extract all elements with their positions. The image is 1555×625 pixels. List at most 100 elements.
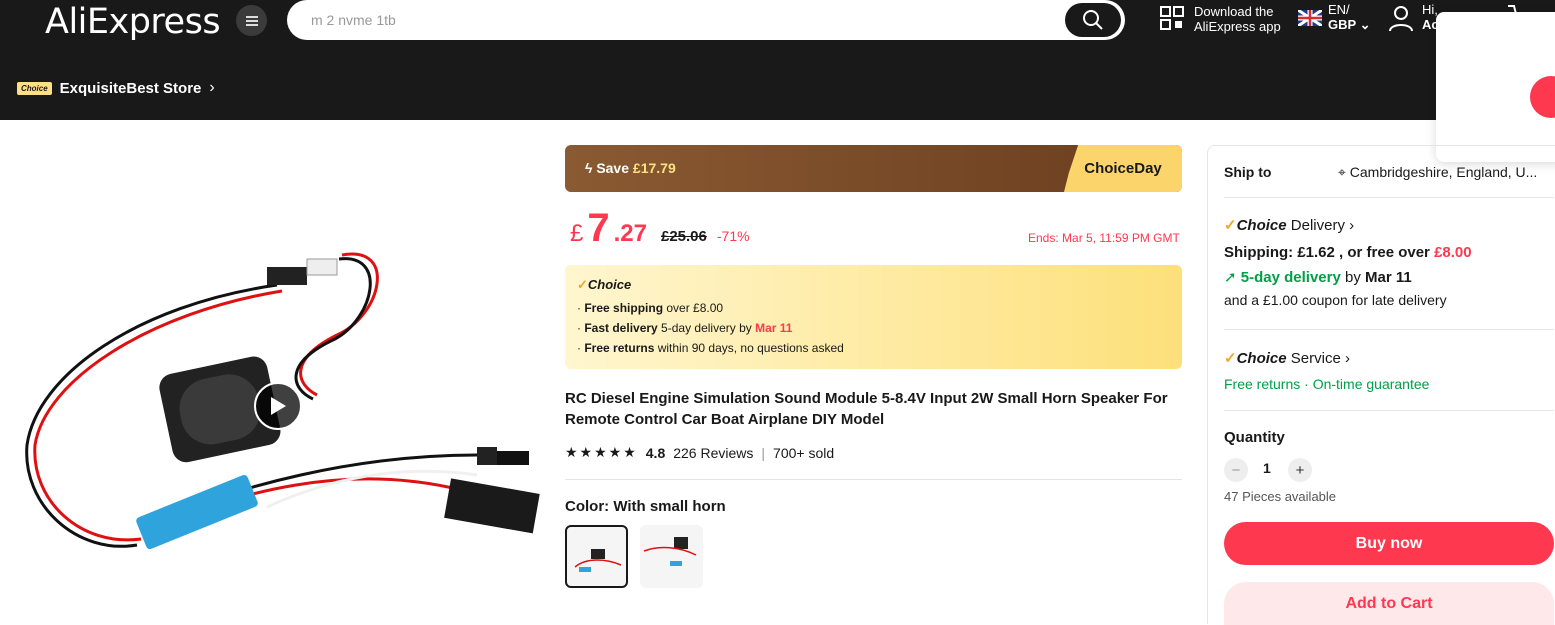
benefit-bold: Free returns (584, 341, 655, 355)
search-button[interactable] (1065, 3, 1121, 37)
lightning-icon: ϟ (585, 160, 597, 176)
minus-icon: − (1231, 461, 1241, 479)
choice-title: Choice (587, 277, 632, 292)
delivery-estimate: ➚ 5-day delivery by Mar 11 (1224, 268, 1412, 286)
play-icon (271, 397, 286, 415)
divider (1224, 329, 1554, 330)
benefit-bold: Fast delivery (584, 321, 658, 335)
language-label: EN/ (1328, 2, 1350, 17)
divider (1224, 197, 1554, 198)
chevron-right-icon: › (209, 79, 215, 96)
choice-badge: Choice (17, 81, 52, 95)
quantity-increase-button[interactable]: + (1288, 458, 1312, 482)
chevron-right-icon: › (1344, 350, 1350, 367)
ship-to-value: Cambridgeshire, England, U... (1349, 164, 1538, 180)
user-icon (1389, 6, 1413, 32)
choice-check-icon: ✓ (1224, 350, 1237, 367)
quantity-value[interactable]: 1 (1263, 460, 1271, 476)
uk-flag-icon (1298, 10, 1322, 26)
choice-service-link[interactable]: ✓Choice Service › (1224, 349, 1350, 367)
download-line2: AliExpress app (1194, 19, 1281, 34)
product-image[interactable] (17, 145, 542, 615)
choice-day-tag: ChoiceDay (1064, 145, 1182, 192)
coupon-note: and a £1.00 coupon for late delivery (1224, 292, 1447, 308)
language-currency-selector[interactable]: EN/ GBP ⌄ (1298, 2, 1370, 32)
popup-indicator (1530, 76, 1555, 118)
free-returns: Free returns (1224, 376, 1301, 392)
price-decimal: .27 (613, 220, 647, 247)
color-label: Color: With small horn (565, 498, 726, 515)
star-rating-icon: ★★★★★ (565, 444, 638, 460)
chevron-down-icon: ⌄ (1359, 17, 1371, 32)
stock-available: 47 Pieces available (1224, 489, 1337, 504)
qr-code-icon (1160, 6, 1184, 30)
ship-to-location[interactable]: ⌖ Cambridgeshire, England, U... (1338, 164, 1537, 181)
separator: · (1300, 376, 1313, 392)
benefit-free-shipping: · Free shipping over £8.00 (577, 301, 724, 315)
choice-benefits: ✓Choice · Free shipping over £8.00 · Fas… (565, 265, 1182, 369)
ship-to-label: Ship to (1224, 164, 1272, 180)
on-time-guarantee: On-time guarantee (1312, 376, 1430, 392)
search-input[interactable]: m 2 nvme 1tb (287, 0, 1125, 40)
download-app-link[interactable]: Download the AliExpress app (1160, 4, 1281, 34)
divider (1224, 410, 1554, 411)
sold-count: 700+ sold (773, 444, 835, 461)
benefit-text: over £8.00 (663, 301, 724, 315)
product-photo (25, 252, 540, 550)
choice-check-icon: ✓ (577, 277, 588, 292)
greeting: Hi, (1422, 2, 1438, 17)
quantity-decrease-button[interactable]: − (1224, 458, 1248, 482)
rating-value: 4.8 (645, 444, 666, 461)
aliexpress-logo[interactable]: AliExpress (45, 2, 221, 42)
choice-check-icon: ✓ (1224, 217, 1237, 234)
floating-popup[interactable] (1436, 12, 1555, 162)
benefit-text: within 90 days, no questions asked (654, 341, 844, 355)
service-guarantees: Free returns · On-time guarantee (1224, 376, 1429, 392)
search-placeholder: m 2 nvme 1tb (311, 12, 396, 28)
currency-label: GBP (1328, 17, 1356, 32)
download-line1: Download the (1194, 4, 1274, 19)
shipping-info: Shipping: £1.62 , or free over £8.00 (1224, 244, 1472, 261)
top-header: AliExpress m 2 nvme 1tb Download the Ali… (0, 0, 1555, 120)
original-price: £25.06 (660, 228, 707, 245)
color-swatch-alt[interactable] (640, 525, 703, 588)
menu-button[interactable] (236, 5, 267, 36)
color-swatch-small-horn[interactable] (565, 525, 628, 588)
hamburger-icon (245, 19, 258, 22)
chevron-right-icon: › (1349, 217, 1355, 234)
save-label: Save (596, 160, 630, 176)
quantity-label: Quantity (1224, 429, 1285, 446)
buy-now-button[interactable]: Buy now (1224, 522, 1554, 565)
rating-row: ★★★★★ 4.8 226 Reviews | 700+ sold (565, 444, 834, 461)
save-amount: £17.79 (632, 160, 676, 176)
price-row: £ 7.27 £25.06 -71% (570, 206, 750, 251)
plus-icon: + (1295, 461, 1305, 479)
swatch-thumbnail (574, 549, 622, 572)
product-title: RC Diesel Engine Simulation Sound Module… (565, 390, 1168, 428)
choice-delivery-link[interactable]: ✓Choice Delivery › (1224, 216, 1354, 234)
rocket-icon: ➚ (1224, 269, 1241, 286)
delivery-label: Delivery (1290, 217, 1345, 234)
benefit-fast-delivery: · Fast delivery 5-day delivery by Mar 11 (577, 321, 793, 335)
video-play-button[interactable] (254, 382, 302, 430)
purchase-panel: Ship to ⌖ Cambridgeshire, England, U... … (1207, 145, 1555, 625)
delivery-days: 5-day delivery (1240, 269, 1341, 286)
store-name: ExquisiteBest Store (59, 79, 202, 97)
delivery-by: by (1340, 269, 1365, 286)
free-threshold: £8.00 (1434, 244, 1472, 261)
location-pin-icon: ⌖ (1338, 164, 1350, 180)
price-integer: 7 (587, 206, 610, 250)
reviews-link[interactable]: 226 Reviews (673, 445, 753, 461)
search-icon (1083, 10, 1103, 30)
separator: | (761, 444, 766, 461)
service-label: Service (1290, 350, 1341, 367)
divider (565, 479, 1182, 480)
add-to-cart-button[interactable]: Add to Cart (1224, 582, 1554, 625)
account-menu[interactable]: Hi, Ac (1388, 2, 1439, 32)
store-link[interactable]: Choice ExquisiteBest Store › (17, 79, 215, 97)
benefit-bold: Free shipping (584, 301, 664, 315)
benefit-text: 5-day delivery by (657, 321, 756, 335)
delivery-date: Mar 11 (1365, 269, 1412, 286)
benefit-date: Mar 11 (755, 321, 793, 335)
discount-percent: -71% (716, 228, 750, 244)
